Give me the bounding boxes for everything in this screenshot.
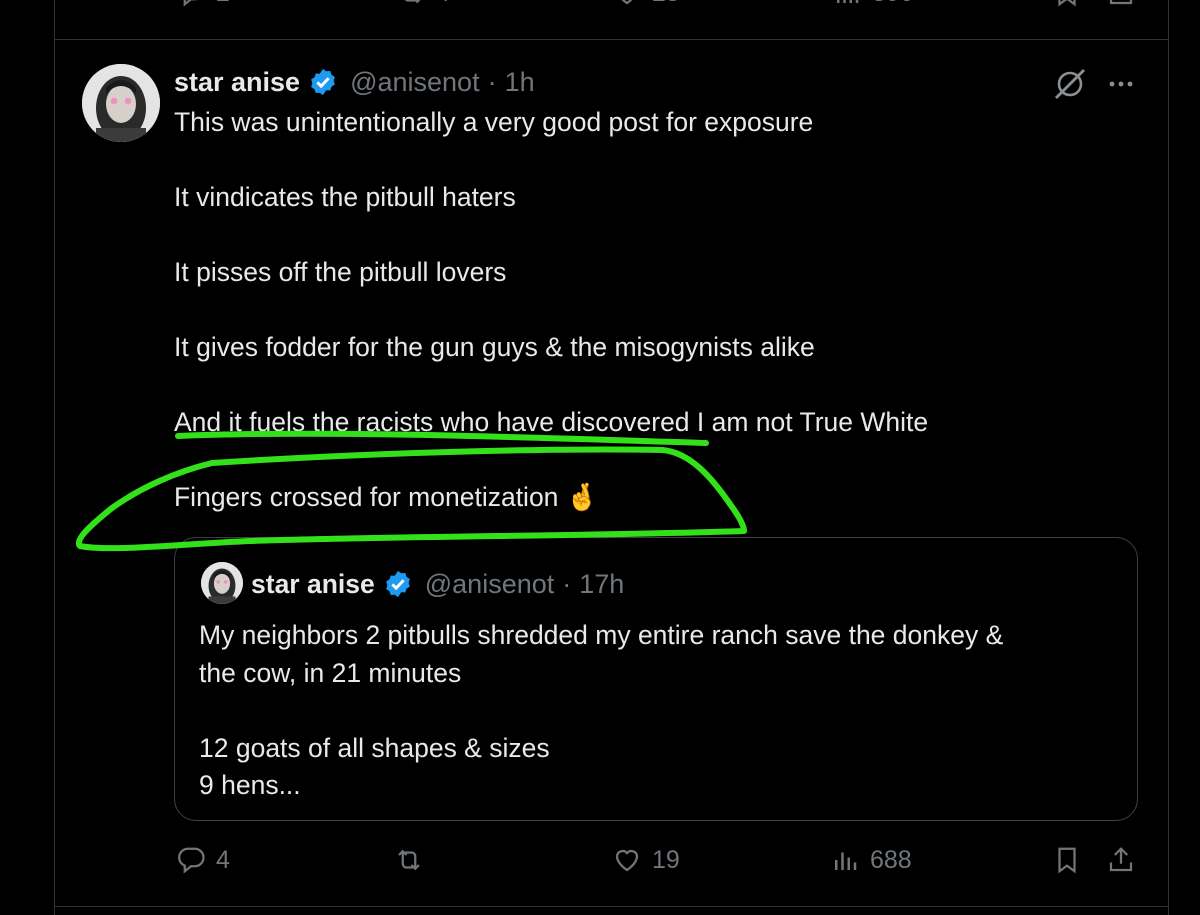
repost-icon (398, 849, 420, 871)
quoted-post-card[interactable]: star anise @anisenot · 17h My neighbors … (174, 537, 1138, 821)
grok-icon[interactable] (1052, 66, 1088, 102)
post-paragraph: It vindicates the pitbull haters (174, 182, 516, 212)
post-paragraph: And it fuels the racists who have discov… (174, 407, 929, 437)
prev-like-button[interactable]: 28 (612, 0, 680, 8)
post-paragraph: This was unintentionally a very good pos… (174, 107, 814, 137)
prev-share-button[interactable] (1106, 0, 1136, 8)
quoted-line: 9 hens... (199, 770, 301, 800)
bookmark-icon (1058, 0, 1076, 7)
reply-icon (178, 847, 205, 874)
bookmark-icon (1058, 847, 1076, 874)
quoted-line: 12 goats of all shapes & sizes (199, 732, 550, 763)
reply-icon (183, 0, 198, 7)
previous-post-actions: 2 4 28 890 (0, 0, 1200, 18)
header-separator: · (487, 66, 497, 97)
like-button[interactable]: 19 (612, 845, 680, 875)
views-count: 688 (870, 845, 912, 874)
post-divider-bottom (54, 906, 1168, 907)
post-paragraph: It gives fodder for the gun guys & the m… (174, 332, 815, 362)
more-options-icon[interactable] (1103, 66, 1139, 102)
post-header: star anise @anisenot · 1h (174, 62, 535, 102)
author-name[interactable]: star anise (174, 67, 300, 98)
timeline-left-border (54, 0, 55, 915)
author-avatar[interactable] (82, 64, 160, 142)
reply-button[interactable]: 4 (176, 845, 230, 875)
post-text: This was unintentionally a very good pos… (174, 104, 1134, 517)
timeline-right-border (1168, 0, 1169, 915)
quoted-line: My neighbors 2 pitbulls shredded my enti… (199, 620, 1004, 650)
quoted-post-text: My neighbors 2 pitbulls shredded my enti… (199, 617, 1099, 805)
repost-icon (404, 0, 421, 4)
verified-badge-icon[interactable] (308, 67, 338, 97)
author-handle[interactable]: @anisenot (350, 67, 480, 98)
quoted-author-avatar (201, 562, 243, 604)
post-divider-top (54, 39, 1168, 40)
prev-reply-count: 2 (216, 0, 230, 8)
prev-reply-button[interactable]: 2 (176, 0, 230, 8)
prev-repost-count: 4 (436, 0, 450, 8)
prev-bookmark-button[interactable] (1052, 0, 1082, 8)
like-icon (615, 849, 639, 872)
quoted-line: the cow, in 21 minutes (199, 657, 462, 688)
post-time[interactable]: 1h (505, 67, 535, 98)
post-actions: 4 19 688 (0, 845, 1200, 885)
like-count: 19 (652, 845, 680, 874)
quoted-post-time: 17h (579, 568, 625, 599)
quoted-author-handle: @anisenot (424, 568, 555, 599)
post-paragraph: It pisses off the pitbull lovers (174, 257, 507, 287)
reply-count: 4 (216, 845, 230, 874)
bookmark-button[interactable] (1052, 845, 1082, 875)
repost-button[interactable] (394, 845, 434, 875)
avatar-photo (82, 64, 160, 142)
prev-like-count: 28 (652, 0, 680, 8)
views-button[interactable]: 688 (830, 845, 912, 875)
quoted-separator: · (562, 568, 572, 599)
post-paragraph: Fingers crossed for monetization 🤞 (174, 482, 599, 512)
views-icon (837, 0, 859, 3)
quoted-author-name: star anise (251, 568, 375, 599)
share-button[interactable] (1106, 845, 1136, 875)
prev-views-button[interactable]: 890 (832, 0, 914, 8)
quoted-post-header: star anise @anisenot · 17h (251, 566, 624, 602)
prev-repost-button[interactable]: 4 (396, 0, 450, 8)
share-icon (1109, 847, 1133, 872)
share-icon (1109, 0, 1133, 5)
like-icon (621, 0, 633, 5)
prev-views-count: 890 (872, 0, 914, 8)
verified-badge-icon (385, 570, 410, 598)
views-icon (835, 852, 857, 870)
quoted-avatar-photo (201, 562, 243, 604)
